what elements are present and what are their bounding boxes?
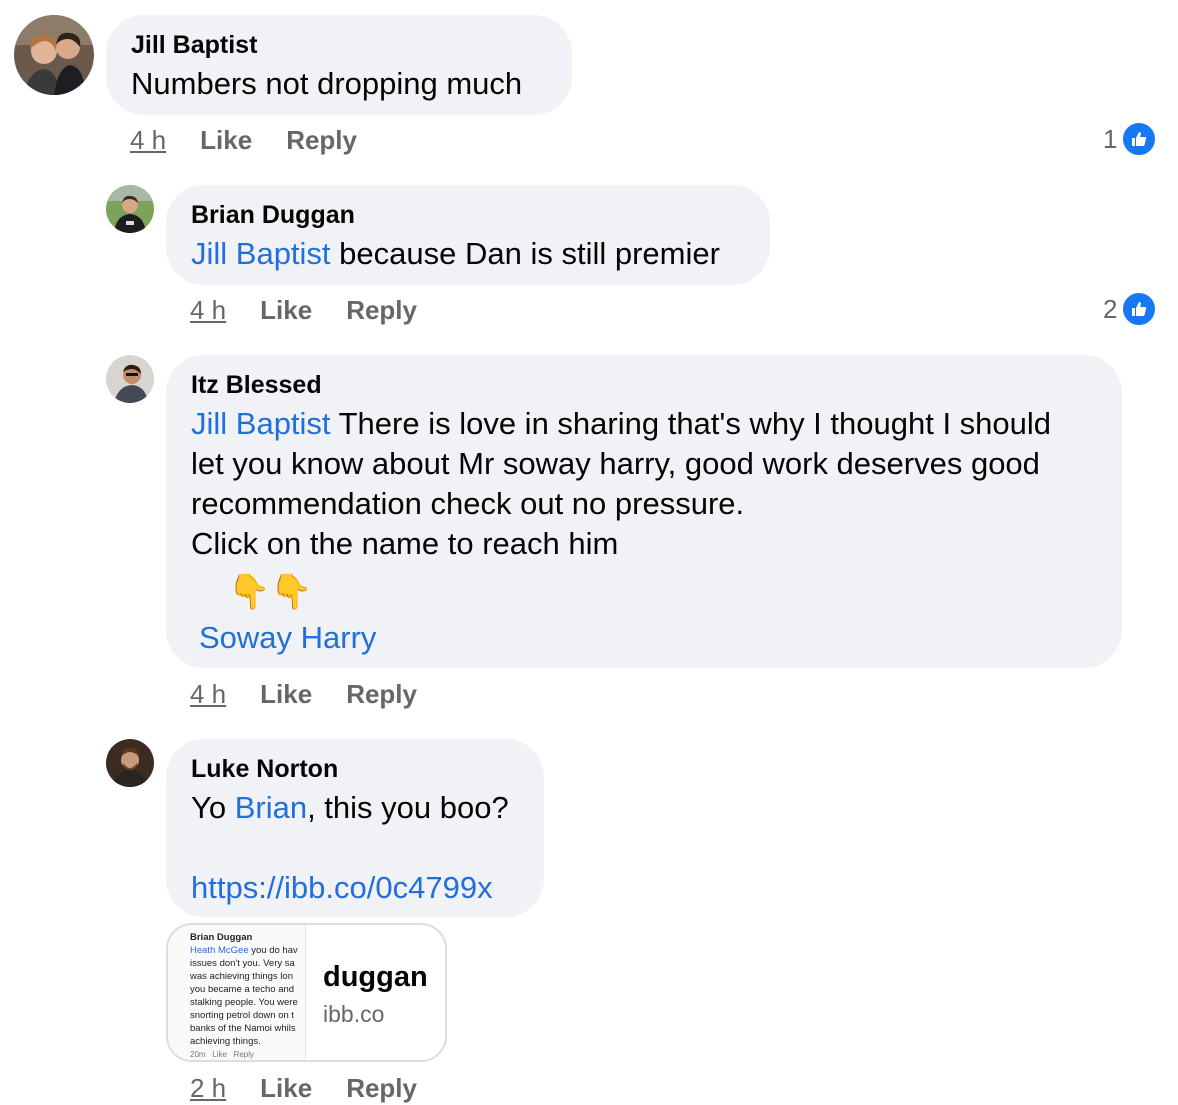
comment-timestamp[interactable]: 4 h: [190, 679, 226, 710]
link-preview-domain: ibb.co: [323, 1001, 385, 1027]
thumbs-up-icon: [1121, 121, 1158, 157]
reaction-count[interactable]: 1: [1103, 121, 1158, 157]
comment-actions: 4 h Like Reply: [190, 679, 451, 710]
like-button[interactable]: Like: [260, 679, 312, 710]
avatar-brian-duggan[interactable]: [106, 185, 154, 233]
mention-link[interactable]: Jill Baptist: [191, 236, 331, 271]
thumb-line: issues don't you. Very sa: [190, 958, 295, 969]
url-link[interactable]: https://ibb.co/0c4799x: [191, 868, 493, 908]
link-preview-title: duggan: [323, 961, 428, 993]
comment-timestamp[interactable]: 4 h: [130, 125, 166, 156]
mention-link[interactable]: Brian: [235, 790, 307, 825]
comment-timestamp[interactable]: 4 h: [190, 295, 226, 326]
thumb-text: Heath McGee you do hav: [190, 944, 305, 957]
comment-text-line: Click on the name to reach him: [191, 526, 619, 561]
comment-actions: 4 h Like Reply: [190, 295, 451, 326]
like-button[interactable]: Like: [260, 1073, 312, 1104]
comment-text-line: let you know about Mr soway harry, good …: [191, 446, 1040, 481]
like-button[interactable]: Like: [260, 295, 312, 326]
comment-body: Yo: [191, 790, 235, 825]
comment-actions: 2 h Like Reply: [190, 1073, 451, 1104]
profile-link-soway-harry[interactable]: Soway Harry: [199, 618, 376, 658]
reply-button[interactable]: Reply: [346, 679, 417, 710]
comment-author[interactable]: Jill Baptist: [131, 31, 257, 60]
reply-button[interactable]: Reply: [346, 1073, 417, 1104]
comment-body: because Dan is still premier: [330, 236, 720, 271]
reply-button[interactable]: Reply: [346, 295, 417, 326]
thumb-meta: 20m Like Reply: [190, 1050, 255, 1059]
comment-author[interactable]: Brian Duggan: [191, 201, 355, 230]
comment-actions: 4 h Like Reply: [130, 125, 391, 156]
comment-text: Numbers not dropping much: [131, 66, 523, 101]
thumb-line: you became a techo and: [190, 984, 295, 995]
link-preview-card[interactable]: Brian Duggan Heath McGee you do hav issu…: [166, 923, 447, 1062]
thumbs-up-icon: [1121, 291, 1158, 327]
avatar-itz-blessed[interactable]: [106, 355, 154, 403]
mention-link[interactable]: Jill Baptist: [191, 406, 331, 441]
avatar-luke-norton[interactable]: [106, 739, 154, 787]
comment-text-line: recommendation check out no pressure.: [191, 486, 745, 521]
thumb-line: snorting petrol down on t: [190, 1010, 295, 1021]
comment-body: There is love in sharing that's why I th…: [330, 406, 1052, 441]
thumb-author: Brian Duggan: [190, 932, 253, 943]
reaction-number: 2: [1103, 293, 1118, 324]
thumb-line: stalking people. You were: [190, 997, 298, 1008]
comment-text: Yo Brian, this you boo?: [191, 788, 509, 828]
thumb-line: achieving things.: [190, 1036, 261, 1047]
reply-button[interactable]: Reply: [286, 125, 357, 156]
reaction-count[interactable]: 2: [1103, 291, 1158, 327]
link-preview-thumbnail: Brian Duggan Heath McGee you do hav issu…: [168, 925, 306, 1060]
thumb-mention: Heath McGee: [190, 945, 249, 956]
reaction-number: 1: [1103, 123, 1118, 154]
pointing-down-emoji: 👇👇: [228, 573, 313, 611]
thumb-line: you do hav: [248, 945, 298, 956]
like-button[interactable]: Like: [200, 125, 252, 156]
comment-author[interactable]: Itz Blessed: [191, 371, 322, 400]
avatar-jill-baptist[interactable]: [14, 15, 94, 95]
comment-timestamp[interactable]: 2 h: [190, 1073, 226, 1104]
comment-body: , this you boo?: [307, 790, 509, 825]
thumb-line: was achieving things lon: [190, 971, 293, 982]
thumb-line: banks of the Namoi whils: [190, 1023, 296, 1034]
comment-text-line: Jill Baptist There is love in sharing th…: [191, 404, 1051, 444]
comment-text: Jill Baptist because Dan is still premie…: [191, 234, 720, 274]
comment-author[interactable]: Luke Norton: [191, 755, 338, 784]
